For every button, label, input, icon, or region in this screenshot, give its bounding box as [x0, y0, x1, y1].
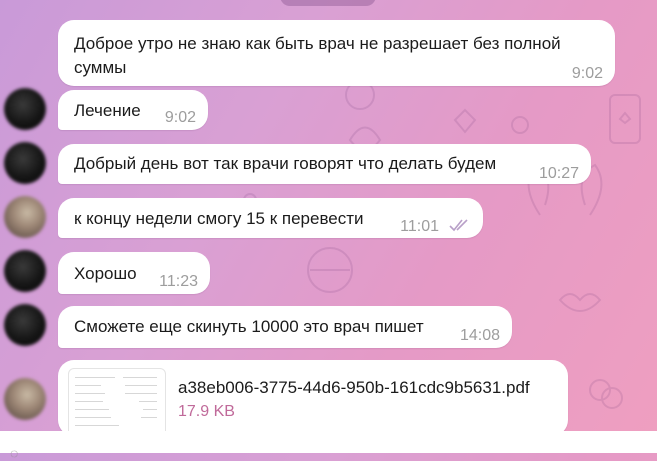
message-text: суммы	[74, 58, 127, 77]
message-text: Лечение	[74, 101, 141, 120]
message-time: 11:23	[159, 273, 198, 290]
message-input-bar[interactable]: ◌	[0, 431, 657, 461]
avatar[interactable]	[4, 196, 46, 238]
avatar[interactable]	[4, 378, 46, 420]
avatar[interactable]	[4, 88, 46, 130]
message-bubble[interactable]: Сможете еще скинуть 10000 это врач пишет…	[58, 306, 512, 348]
message-time: 9:02	[164, 109, 196, 126]
message-bubble[interactable]: Добрый день вот так врачи говорят что де…	[58, 144, 591, 184]
message-text: Сможете еще скинуть 10000 это врач пишет	[74, 317, 424, 336]
message-text: Добрый день вот так врачи говорят что де…	[74, 154, 497, 173]
avatar[interactable]	[4, 250, 46, 292]
file-size: 17.9 KB	[178, 403, 235, 420]
message-text: Хорошо	[74, 264, 137, 283]
double-check-icon	[449, 219, 468, 232]
message-bubble[interactable]: к концу недели смогу 15 к перевести 11:0…	[58, 198, 483, 238]
file-name[interactable]: a38eb006-3775-44d6-950b-161cdc9b5631.pdf	[178, 376, 530, 400]
date-separator	[280, 0, 376, 6]
message-time: 10:27	[538, 165, 579, 182]
file-message-bubble[interactable]: a38eb006-3775-44d6-950b-161cdc9b5631.pdf…	[58, 360, 568, 444]
message-time: 9:02	[571, 65, 603, 82]
message-text: Доброе утро не знаю как быть врач не раз…	[74, 34, 561, 53]
avatar[interactable]	[4, 304, 46, 346]
attach-icon[interactable]: ◌	[10, 445, 18, 461]
message-bubble[interactable]: Доброе утро не знаю как быть врач не раз…	[58, 20, 615, 86]
message-text: к концу недели смогу 15 к перевести	[74, 209, 364, 228]
avatar[interactable]	[4, 142, 46, 184]
message-time: 14:08	[459, 327, 500, 344]
message-time: 11:01	[400, 218, 439, 235]
message-bubble[interactable]: Лечение 9:02	[58, 90, 208, 130]
message-bubble[interactable]: Хорошо 11:23	[58, 252, 210, 294]
